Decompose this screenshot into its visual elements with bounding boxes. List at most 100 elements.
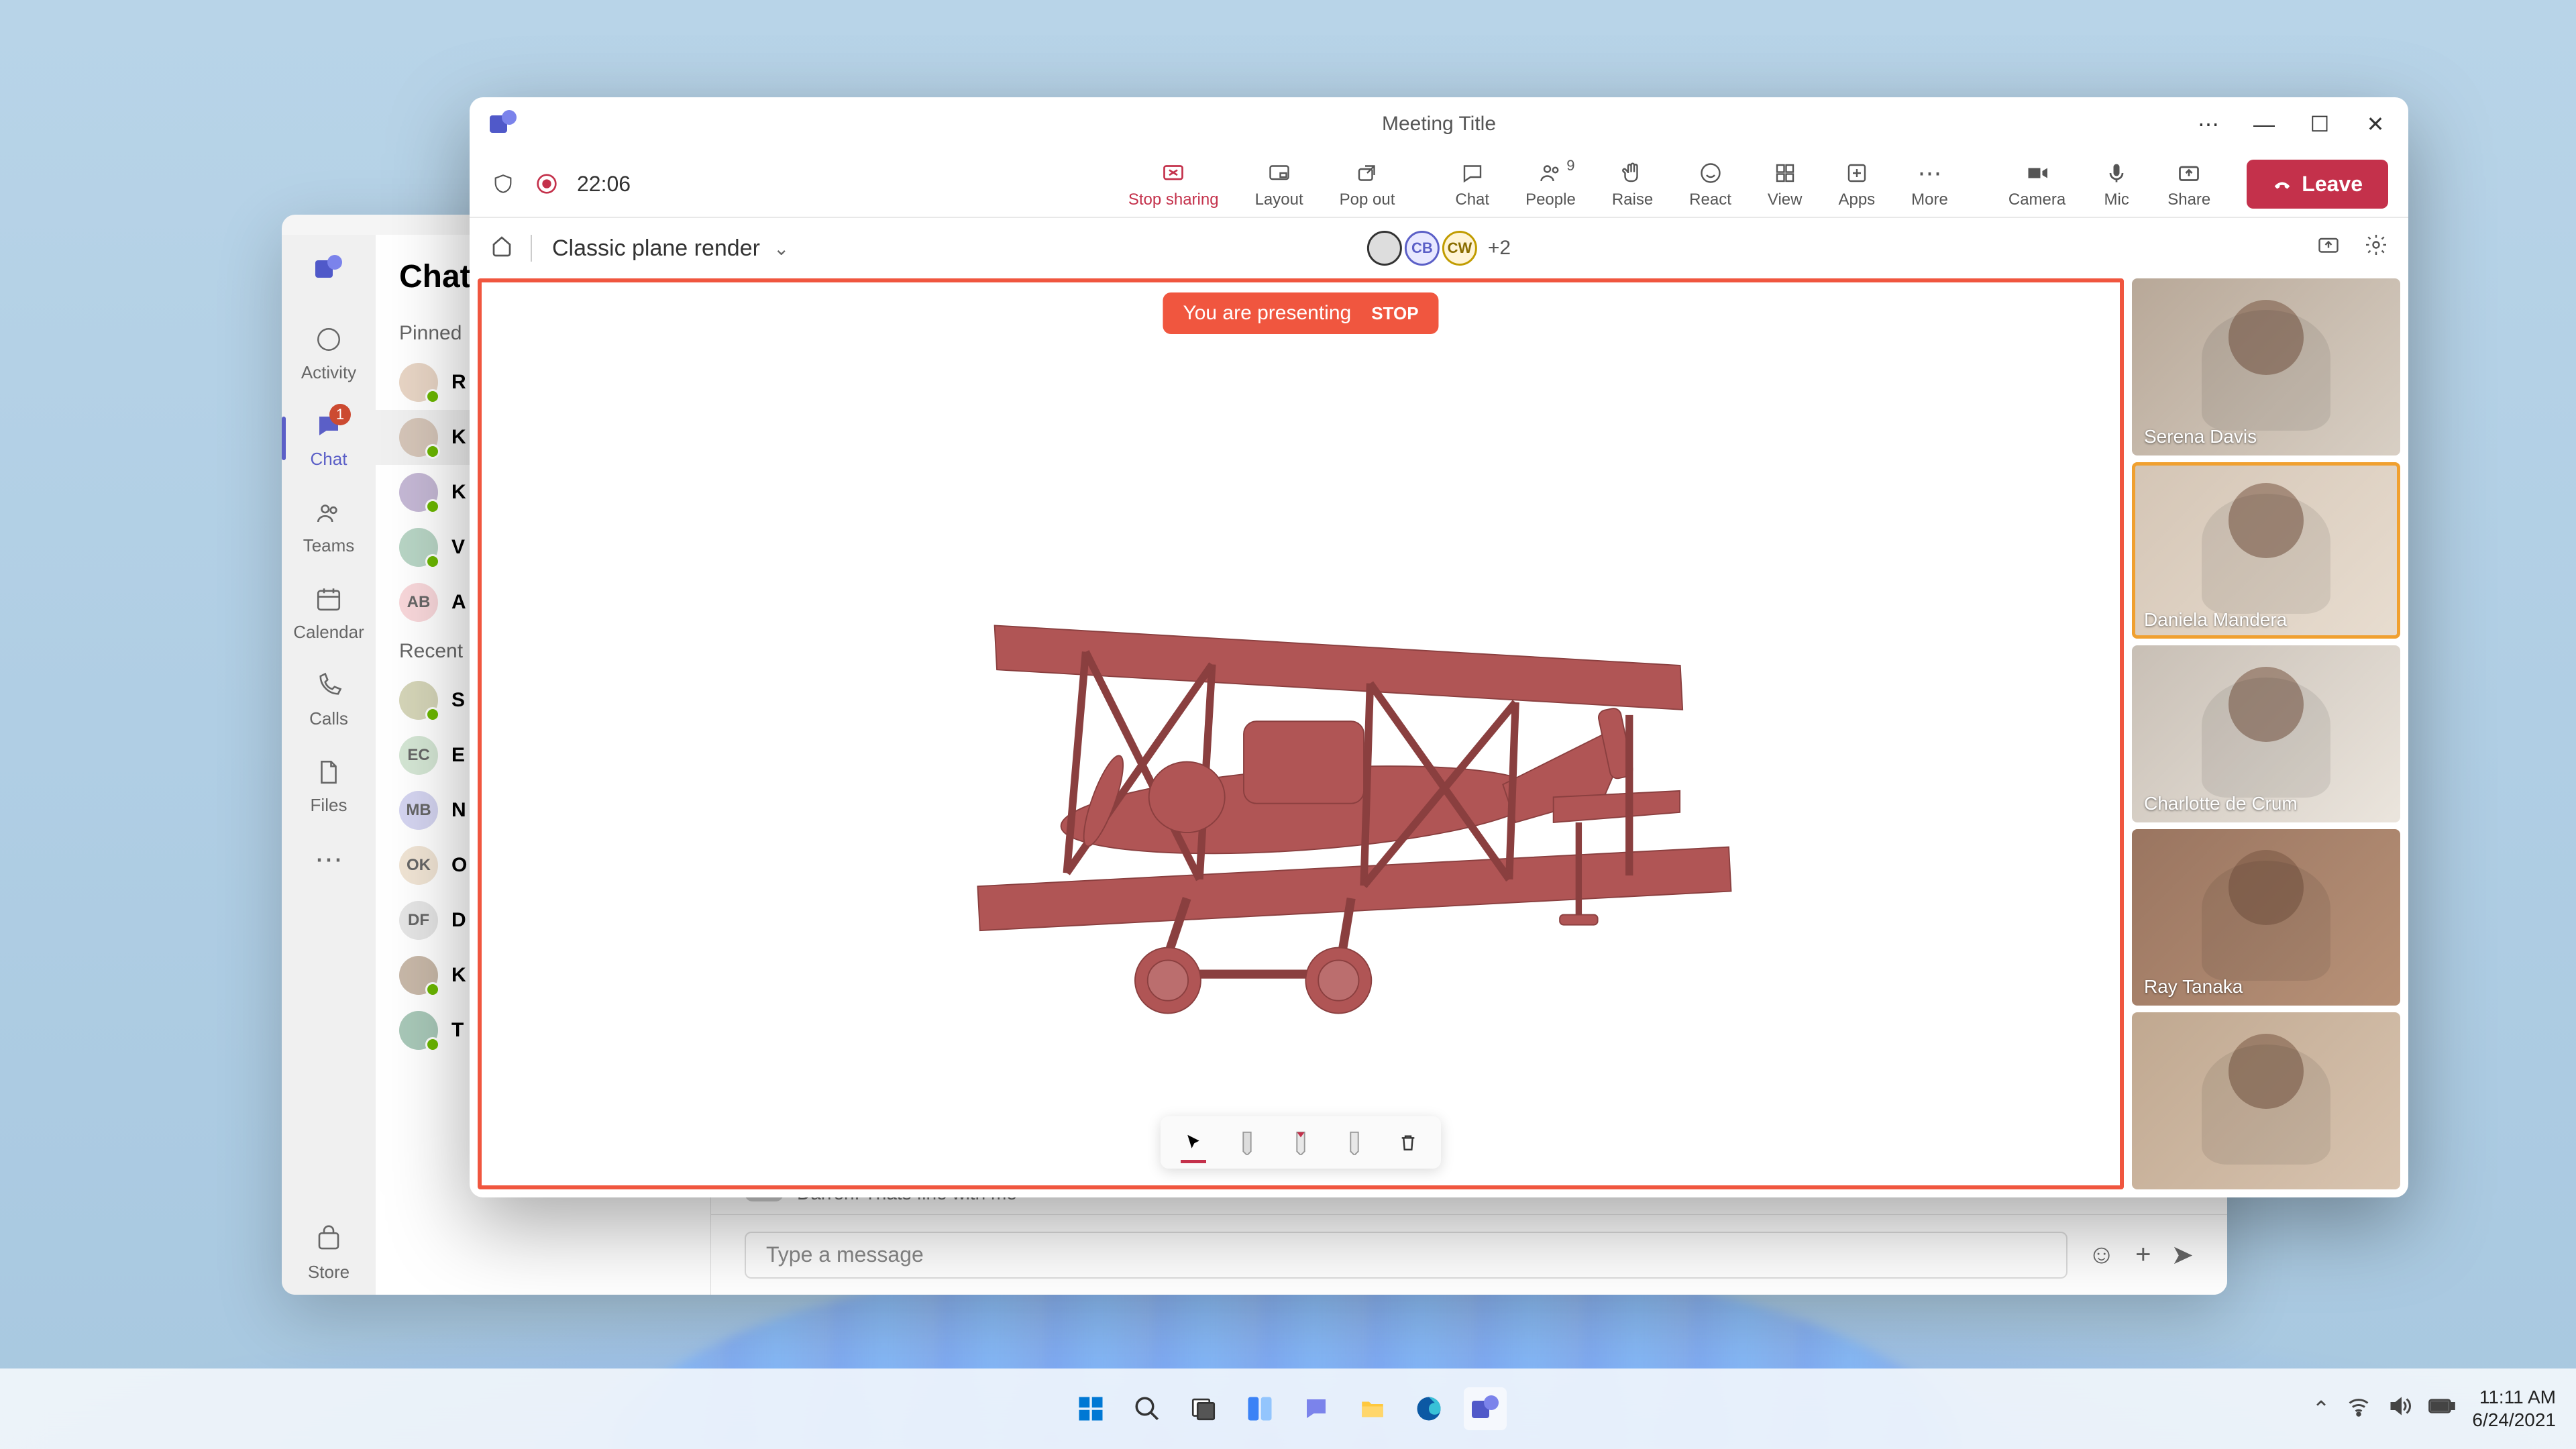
meeting-titlebar[interactable]: Meeting Title ⋯ — ☐ ✕ — [470, 97, 2408, 151]
wifi-icon[interactable] — [2347, 1394, 2371, 1424]
message-input[interactable]: Type a message — [745, 1232, 2068, 1279]
teams-app-button[interactable] — [1464, 1387, 1507, 1430]
presentation-area[interactable]: You are presenting STOP — [478, 278, 2124, 1189]
share-icon — [2174, 158, 2204, 188]
search-button[interactable] — [1126, 1387, 1169, 1430]
meeting-toolbar: 22:06 Stop sharing Layout Pop out Chat 9… — [470, 151, 2408, 218]
pen-tool-red[interactable] — [1284, 1126, 1318, 1159]
settings-icon[interactable] — [2364, 233, 2388, 264]
rail-calls[interactable]: Calls — [282, 655, 376, 741]
teams-icon — [310, 494, 347, 531]
avatar: DF — [399, 901, 438, 940]
delete-tool[interactable] — [1391, 1126, 1425, 1159]
more-button[interactable]: ⋯More — [1895, 153, 1964, 215]
minimize-button[interactable]: — — [2251, 111, 2277, 137]
participant-video-tile[interactable]: Serena Davis — [2132, 278, 2400, 455]
leave-button[interactable]: Leave — [2247, 160, 2388, 209]
cursor-tool[interactable] — [1177, 1126, 1210, 1159]
home-icon[interactable] — [490, 233, 514, 264]
system-clock[interactable]: 11:11 AM 6/24/2021 — [2472, 1386, 2556, 1431]
stop-sharing-button[interactable]: Stop sharing — [1112, 153, 1235, 215]
avatar — [399, 1011, 438, 1050]
chat-button[interactable]: Chat — [1439, 153, 1505, 215]
rail-store[interactable]: Store — [282, 1208, 376, 1295]
meeting-title: Meeting Title — [1382, 113, 1496, 136]
plane-render-content — [645, 418, 1956, 1050]
avatar: CB — [1405, 231, 1440, 266]
rail-more[interactable]: ⋯ — [282, 828, 376, 890]
tray-chevron-icon[interactable]: ⌃ — [2312, 1396, 2330, 1421]
avatar — [1367, 231, 1402, 266]
battery-icon[interactable] — [2428, 1394, 2455, 1424]
layout-button[interactable]: Layout — [1239, 153, 1320, 215]
maximize-button[interactable]: ☐ — [2307, 111, 2332, 137]
avatar: EC — [399, 736, 438, 775]
hangup-icon — [2272, 174, 2292, 194]
apps-button[interactable]: Apps — [1822, 153, 1891, 215]
biplane-illustration — [645, 418, 1956, 1050]
shield-icon[interactable] — [490, 170, 517, 197]
taskbar[interactable]: ⌃ 11:11 AM 6/24/2021 — [0, 1368, 2576, 1449]
divider — [531, 235, 532, 262]
popout-button[interactable]: Pop out — [1324, 153, 1411, 215]
rail-activity[interactable]: Activity — [282, 309, 376, 395]
system-tray: ⌃ 11:11 AM 6/24/2021 — [2312, 1386, 2556, 1431]
raise-button[interactable]: Raise — [1596, 153, 1669, 215]
participant-video-tile[interactable] — [2132, 1012, 2400, 1189]
edge-button[interactable] — [1407, 1387, 1450, 1430]
calendar-icon — [310, 580, 347, 618]
collaborator-avatars[interactable]: CB CW +2 — [1367, 231, 1511, 266]
avatar: AB — [399, 583, 438, 622]
mic-button[interactable]: Mic — [2086, 153, 2147, 215]
send-icon[interactable]: ➤ — [2171, 1240, 2194, 1271]
view-button[interactable]: View — [1752, 153, 1819, 215]
rail-teams[interactable]: Teams — [282, 482, 376, 568]
task-view-button[interactable] — [1182, 1387, 1225, 1430]
share-button[interactable]: Share — [2151, 153, 2226, 215]
meeting-timer: 22:06 — [577, 172, 631, 197]
more-window-button[interactable]: ⋯ — [2196, 111, 2221, 137]
layout-icon — [1265, 158, 1294, 188]
highlighter-tool[interactable] — [1338, 1126, 1371, 1159]
presenting-indicator: You are presenting STOP — [1163, 292, 1438, 334]
avatar — [399, 418, 438, 457]
ellipsis-icon: ⋯ — [310, 840, 347, 877]
react-button[interactable]: React — [1673, 153, 1748, 215]
teams-logo-icon — [490, 110, 518, 138]
start-button[interactable] — [1069, 1387, 1112, 1430]
widgets-button[interactable] — [1238, 1387, 1281, 1430]
participant-video-tile[interactable]: Charlotte de Crum — [2132, 645, 2400, 822]
grid-icon — [1770, 158, 1800, 188]
store-icon — [310, 1220, 347, 1258]
avatar — [399, 363, 438, 402]
people-button[interactable]: 9People — [1509, 153, 1592, 215]
close-button[interactable]: ✕ — [2363, 111, 2388, 137]
emoji-icon — [1696, 158, 1725, 188]
share-link-icon[interactable] — [2316, 233, 2341, 264]
app-rail: Activity 1 Chat Teams Calendar Calls Fil… — [282, 235, 376, 1295]
participant-video-tile[interactable]: Daniela Mandera — [2132, 462, 2400, 639]
stop-presenting-button[interactable]: STOP — [1371, 303, 1418, 324]
attach-icon[interactable]: + — [2135, 1240, 2151, 1270]
chevron-down-icon[interactable]: ⌄ — [773, 237, 789, 260]
ellipsis-icon: ⋯ — [1915, 158, 1945, 188]
document-title[interactable]: Classic plane render — [552, 235, 760, 262]
chat-app-button[interactable] — [1295, 1387, 1338, 1430]
presenting-message: You are presenting — [1183, 302, 1351, 325]
explorer-button[interactable] — [1351, 1387, 1394, 1430]
participant-video-tile[interactable]: Ray Tanaka — [2132, 829, 2400, 1006]
rail-calendar[interactable]: Calendar — [282, 568, 376, 655]
participant-video-rail: Serena Davis Daniela Mandera Charlotte d… — [2132, 278, 2400, 1189]
emoji-icon[interactable]: ☺ — [2088, 1240, 2115, 1270]
avatar: MB — [399, 791, 438, 830]
rail-files[interactable]: Files — [282, 741, 376, 828]
taskbar-center — [1069, 1387, 1507, 1430]
meeting-window: Meeting Title ⋯ — ☐ ✕ 22:06 Stop sharing… — [470, 97, 2408, 1197]
annotation-toolbar — [1161, 1116, 1441, 1169]
rail-chat[interactable]: 1 Chat — [282, 395, 376, 482]
files-icon — [310, 753, 347, 791]
volume-icon[interactable] — [2387, 1394, 2412, 1424]
phone-icon — [310, 667, 347, 704]
camera-button[interactable]: Camera — [1992, 153, 2082, 215]
pen-tool-gray[interactable] — [1230, 1126, 1264, 1159]
